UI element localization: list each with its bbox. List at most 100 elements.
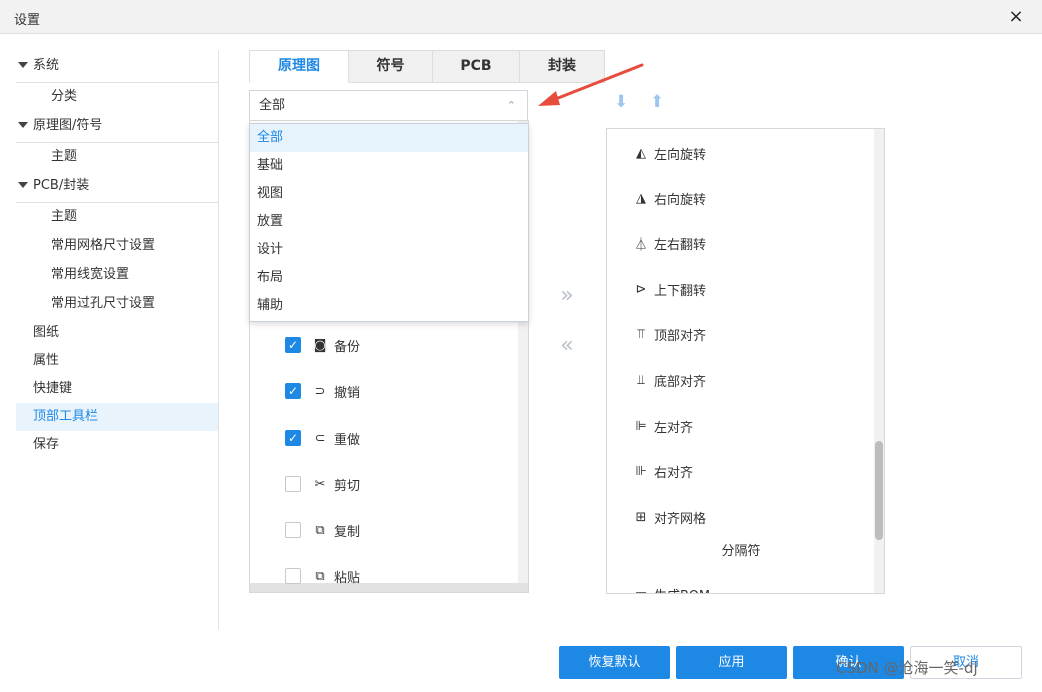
rotate-left-icon: ◭ [636, 145, 646, 161]
list-item[interactable]: ⫫ 底部对齐 [633, 370, 706, 390]
dropdown-option-layout[interactable]: 布局 [250, 264, 528, 292]
align-grid-icon: ⊞ [635, 509, 647, 525]
caret-down-icon [18, 182, 28, 188]
sidebar-item-shortcuts[interactable]: 快捷键 [16, 375, 219, 403]
list-item[interactable]: ✓ ⊃ 撤销 [285, 381, 360, 401]
list-item-label: 复制 [334, 524, 361, 540]
sidebar-item-grid-size[interactable]: 常用网格尺寸设置 [16, 232, 219, 261]
list-item-label: 右向旋转 [654, 192, 707, 208]
arrow-up-icon[interactable]: ⬆ [650, 92, 664, 112]
category-dropdown-menu: 全部 基础 视图 放置 设计 布局 辅助 [249, 123, 529, 322]
sidebar-item-category[interactable]: 分类 [16, 83, 219, 112]
list-item-label: 左对齐 [654, 420, 694, 436]
dropdown-option-all[interactable]: 全部 [250, 124, 528, 152]
list-item[interactable]: ⧉ 粘贴 [285, 566, 360, 586]
dropdown-option-assist[interactable]: 辅助 [250, 292, 528, 320]
flip-horizontal-icon: ⏃ [634, 237, 648, 253]
list-item[interactable]: ✂ 剪切 [285, 474, 360, 494]
sidebar-item-top-toolbar[interactable]: 顶部工具栏 [16, 403, 219, 431]
list-item[interactable]: ⊪ 右对齐 [633, 461, 693, 481]
align-top-icon: ⫪ [637, 326, 645, 342]
list-item[interactable]: ⫪ 顶部对齐 [633, 324, 706, 344]
list-item-label: 对齐网格 [654, 511, 707, 527]
flip-vertical-icon: ⊳ [635, 281, 647, 297]
sidebar-item-save[interactable]: 保存 [16, 431, 219, 459]
dropdown-option-place[interactable]: 放置 [250, 208, 528, 236]
sidebar-item-pcb-theme[interactable]: 主题 [16, 203, 219, 232]
sidebar-item-schematic-theme[interactable]: 主题 [16, 143, 219, 172]
rotate-right-icon: ◮ [636, 190, 646, 206]
list-item[interactable]: ⊳ 上下翻转 [633, 279, 706, 299]
move-right-icon[interactable]: » [556, 283, 578, 308]
checkbox[interactable]: ✓ [285, 383, 301, 399]
dialog-title: 设置 [14, 13, 41, 28]
list-item-label: 剪切 [334, 478, 361, 494]
list-item[interactable]: ◭ 左向旋转 [633, 143, 706, 163]
chevron-up-icon: ⌃ [506, 99, 516, 112]
bom-icon: ▭ [634, 586, 648, 594]
list-item[interactable]: ⧉ 复制 [285, 520, 360, 540]
sidebar-item-via-size[interactable]: 常用过孔尺寸设置 [16, 290, 219, 319]
list-item[interactable]: ✓ ◙ 备份 [285, 335, 360, 355]
apply-button[interactable]: 应用 [676, 646, 787, 679]
checkbox[interactable]: ✓ [285, 337, 301, 353]
list-item[interactable]: ⊫ 左对齐 [633, 416, 693, 436]
sidebar-group-system[interactable]: 系统 [16, 52, 219, 83]
list-item-label: 撤销 [334, 385, 361, 401]
selected-list-scroll-thumb[interactable] [875, 441, 883, 540]
annotation-arrow-icon [538, 63, 644, 106]
tab-schematic[interactable]: 原理图 [249, 50, 349, 83]
list-item[interactable]: ⏃ 左右翻转 [633, 233, 706, 253]
tab-symbol[interactable]: 符号 [349, 50, 433, 83]
undo-icon: ⊃ [314, 383, 326, 399]
list-item-label: 生成BOM [654, 585, 710, 594]
restore-defaults-button[interactable]: 恢复默认 [559, 646, 670, 679]
list-item-label: 粘贴 [334, 570, 361, 586]
dropdown-option-design[interactable]: 设计 [250, 236, 528, 264]
dialog-titlebar: 设置 × [0, 0, 1042, 34]
checkbox[interactable]: ✓ [285, 430, 301, 446]
category-select-value: 全部 [259, 98, 286, 113]
backup-icon: ◙ [313, 337, 327, 353]
sidebar-item-drawing[interactable]: 图纸 [16, 319, 219, 347]
list-item[interactable]: ▭ 生成BOM [633, 584, 710, 594]
checkbox[interactable] [285, 476, 301, 492]
sidebar-group-pcb[interactable]: PCB/封装 [16, 172, 219, 203]
caret-down-icon [18, 62, 28, 68]
align-right-icon: ⊪ [635, 463, 647, 479]
sidebar-divider [218, 50, 219, 630]
scissors-icon: ✂ [314, 476, 326, 492]
tab-pcb[interactable]: PCB [433, 50, 520, 83]
list-item-label: 顶部对齐 [654, 328, 707, 344]
sidebar-item-line-width[interactable]: 常用线宽设置 [16, 261, 219, 290]
list-item[interactable]: ◮ 右向旋转 [633, 188, 706, 208]
move-left-icon[interactable]: « [556, 333, 578, 358]
list-item-label: 左右翻转 [654, 237, 707, 253]
dropdown-option-basic[interactable]: 基础 [250, 152, 528, 180]
settings-sidebar: 系统 分类 原理图/符号 主题 PCB/封装 主题 常用网格尺寸设置 常用线宽设… [16, 52, 219, 459]
list-item-label: 左向旋转 [654, 147, 707, 163]
redo-icon: ⊂ [314, 430, 326, 446]
watermark: CSDN @沧海一笑-dj [836, 659, 978, 677]
separator-item[interactable]: 分隔符 [607, 540, 875, 559]
paste-icon: ⧉ [315, 568, 325, 584]
selected-tools-list: ◭ 左向旋转 ◮ 右向旋转 ⏃ 左右翻转 ⊳ 上下翻转 ⫪ 顶部对齐 ⫫ 底部对… [606, 128, 885, 594]
align-left-icon: ⊫ [635, 418, 647, 434]
checkbox[interactable] [285, 522, 301, 538]
caret-down-icon [18, 122, 28, 128]
copy-icon: ⧉ [315, 522, 325, 538]
list-item[interactable]: ⊞ 对齐网格 [633, 507, 706, 527]
close-icon[interactable]: × [1004, 5, 1028, 29]
list-item-label: 底部对齐 [654, 374, 707, 390]
align-bottom-icon: ⫫ [637, 372, 645, 388]
dropdown-option-view[interactable]: 视图 [250, 180, 528, 208]
sidebar-group-schematic[interactable]: 原理图/符号 [16, 112, 219, 143]
list-item-label: 重做 [334, 432, 361, 448]
list-item-label: 上下翻转 [654, 283, 707, 299]
checkbox[interactable] [285, 568, 301, 584]
category-select[interactable]: 全部 ⌃ [249, 90, 528, 121]
list-item[interactable]: ✓ ⊂ 重做 [285, 428, 360, 448]
sidebar-item-properties[interactable]: 属性 [16, 347, 219, 375]
list-item-label: 右对齐 [654, 465, 694, 481]
list-item-label: 备份 [334, 339, 361, 355]
